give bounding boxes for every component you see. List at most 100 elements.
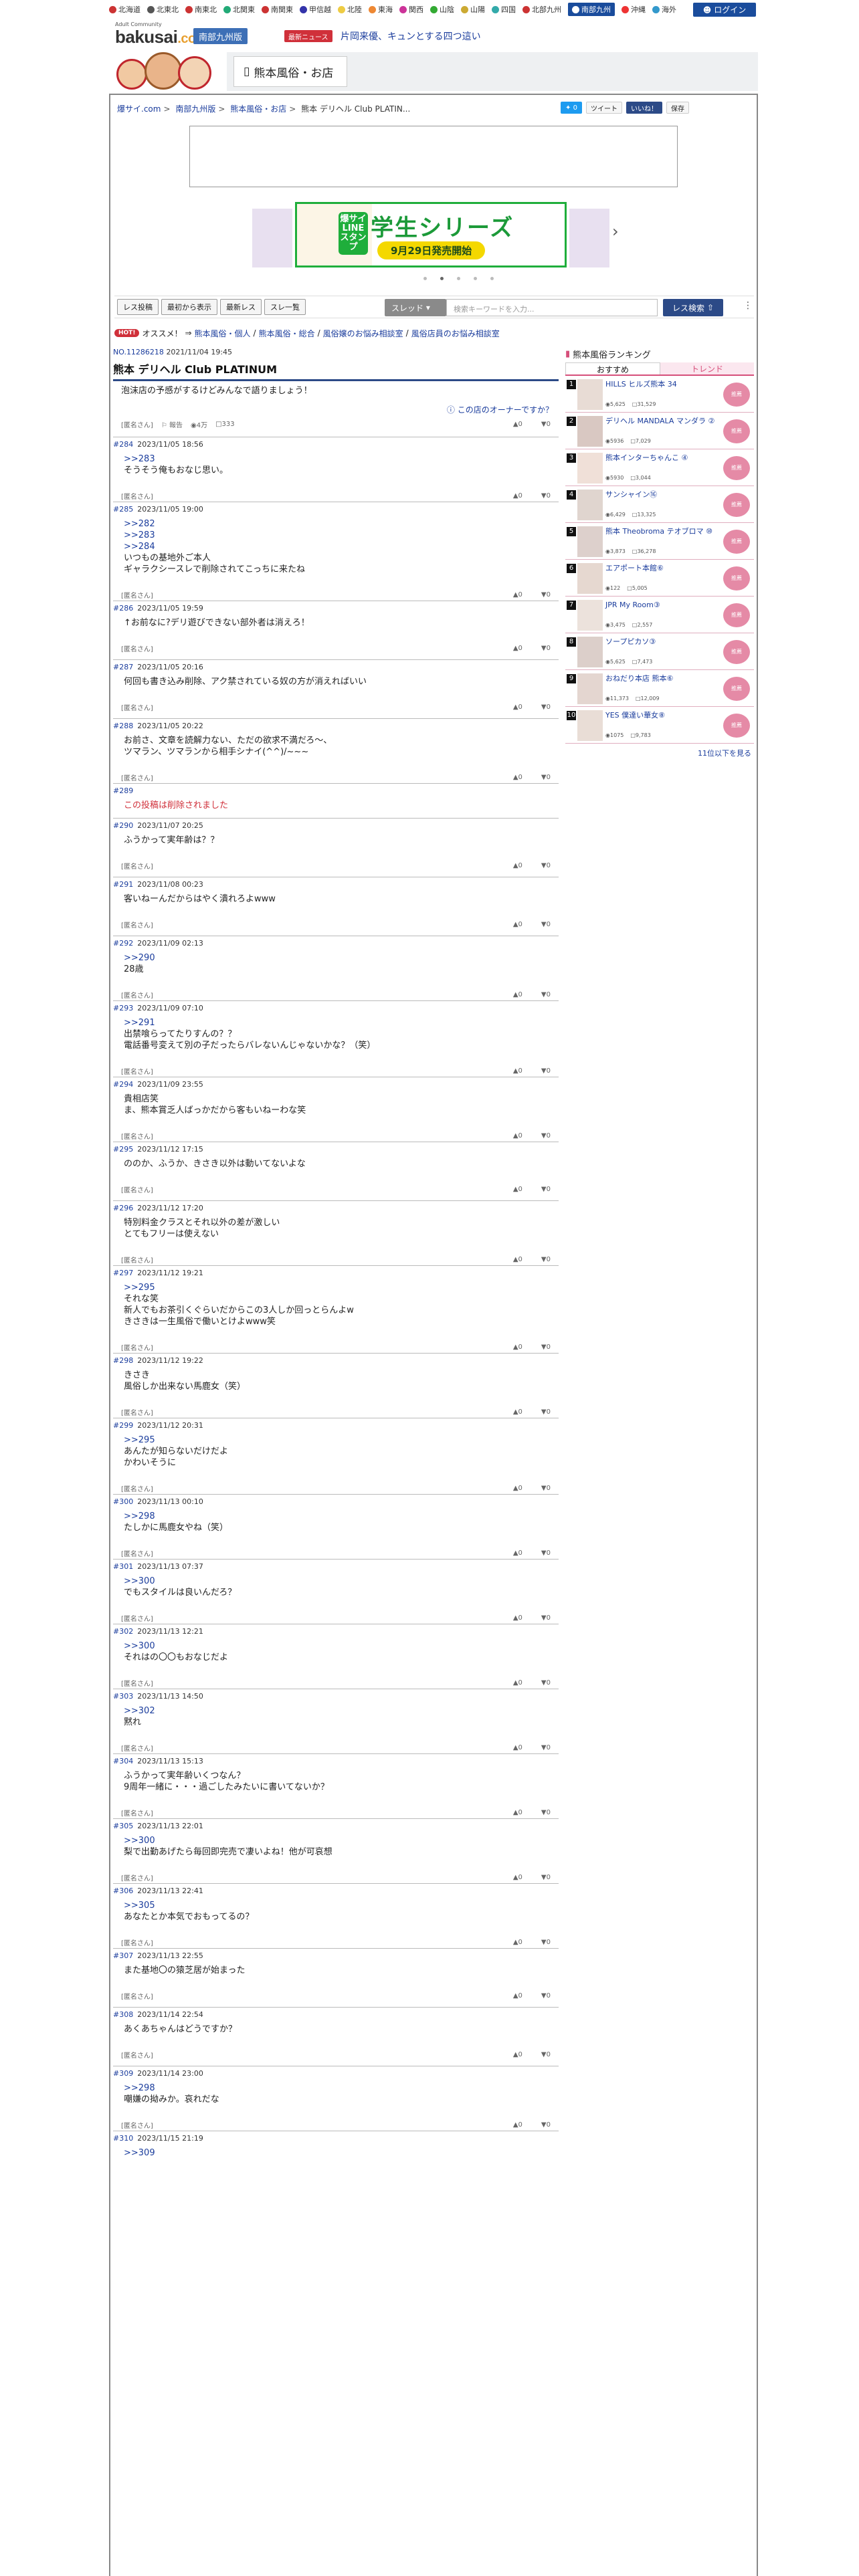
region-link[interactable]: 甲信越 (300, 4, 331, 15)
thumbs-down-button[interactable]: ▼0 (541, 2121, 551, 2129)
reply-anchor-link[interactable]: >>295 (124, 1282, 548, 1293)
thumbs-up-button[interactable]: ▲0 (513, 991, 522, 998)
recommend-link-tenin[interactable]: 風俗店員のお悩み相談室 (411, 328, 500, 339)
thumbs-down-button[interactable]: ▼0 (541, 1874, 551, 1881)
thumbs-down-button[interactable]: ▼0 (541, 774, 551, 781)
region-link[interactable]: 関西 (399, 4, 423, 15)
latest-replies-button[interactable]: 最新レス (220, 299, 262, 315)
thumbs-down-button[interactable]: ▼0 (541, 862, 551, 869)
region-link[interactable]: 南部九州 (568, 3, 615, 16)
tab-recommend[interactable]: おすすめ (565, 362, 660, 374)
thumbs-down-button[interactable]: ▼0 (541, 991, 551, 998)
thumbs-up-button[interactable]: ▲0 (513, 1186, 522, 1193)
tab-trend[interactable]: トレンド (660, 362, 754, 374)
post-number[interactable]: #288 (113, 722, 133, 730)
post-number[interactable]: #307 (113, 1951, 133, 1960)
thumbs-up-button[interactable]: ▲0 (513, 1939, 522, 1946)
shop-thumbnail[interactable] (577, 637, 603, 667)
post-number[interactable]: #306 (113, 1887, 133, 1895)
thumbs-up-button[interactable]: ▲0 (513, 591, 522, 599)
recommend-link-jou[interactable]: 風俗嬢のお悩み相談室 (323, 328, 403, 339)
reply-anchor-link[interactable]: >>300 (124, 1835, 548, 1846)
post-number[interactable]: #309 (113, 2069, 133, 2078)
ranking-item[interactable]: 1 HILLS ヒルズ熊本 34 ◉5,625 □31,529 推薦 (565, 376, 754, 413)
region-link[interactable]: 北海道 (109, 4, 140, 15)
reply-anchor-link[interactable]: >>291 (124, 1017, 548, 1029)
reply-anchor-link[interactable]: >>298 (124, 1511, 548, 1522)
shop-name-link[interactable]: JPR My Room③ (605, 601, 717, 610)
owner-link[interactable]: ⓘ この店のオーナーですか？ (113, 404, 559, 415)
thumbs-up-button[interactable]: ▲0 (513, 645, 522, 652)
carousel-dot[interactable] (457, 277, 460, 280)
post-number[interactable]: #291 (113, 880, 133, 889)
thumbs-up-button[interactable]: ▲0 (513, 2121, 522, 2129)
thumbs-down-button[interactable]: ▼0 (541, 591, 551, 599)
thumbs-up-button[interactable]: ▲0 (513, 1744, 522, 1751)
post-number[interactable]: #293 (113, 1004, 133, 1012)
recommend-link-kojin[interactable]: 熊本風俗・個人 (195, 328, 251, 339)
thumbs-up-button[interactable]: ▲0 (513, 1344, 522, 1351)
thumbs-up-button[interactable]: ▲0 (513, 1679, 522, 1687)
ranking-item[interactable]: 4 サンシャイン⑯ ◉6,429 □13,325 推薦 (565, 486, 754, 523)
thumbs-down-button[interactable]: ▼0 (541, 1744, 551, 1751)
tweet-button[interactable]: ツイート (585, 102, 622, 114)
post-number[interactable]: #290 (113, 821, 133, 830)
thumbs-down-button[interactable]: ▼0 (541, 1679, 551, 1687)
thumbs-up-button[interactable]: ▲0 (513, 1549, 522, 1557)
report-link[interactable]: ⚐ 報告 (161, 419, 183, 429)
thumbs-down-button[interactable]: ▼0 (541, 1549, 551, 1557)
region-link[interactable]: 海外 (652, 4, 676, 15)
thumbs-up-button[interactable]: ▲0 (513, 704, 522, 711)
carousel-dot[interactable] (490, 277, 494, 280)
post-number[interactable]: #284 (113, 440, 133, 449)
thread-id[interactable]: 11286218 (126, 348, 164, 356)
region-link[interactable]: 東海 (369, 4, 393, 15)
search-button[interactable]: レス検索 ⇧ (663, 299, 723, 316)
thumbs-down-button[interactable]: ▼0 (541, 1485, 551, 1492)
shop-name-link[interactable]: おねだり本店 熊本⑥ (605, 674, 717, 683)
promo-banner[interactable]: 爆サイLINEスタンプ 学生シリーズ 9月29日発売開始 (295, 202, 567, 267)
thumbs-up-button[interactable]: ▲0 (513, 921, 522, 928)
carousel-dot[interactable] (423, 277, 427, 280)
ranking-item[interactable]: 6 エアポート本館⑥ ◉122 □5,005 推薦 (565, 560, 754, 597)
thumbs-up-button[interactable]: ▲0 (513, 1256, 522, 1263)
recommend-link-sougou[interactable]: 熊本風俗・総合 (259, 328, 315, 339)
post-number[interactable]: #287 (113, 663, 133, 671)
reply-anchor-link[interactable]: >>298 (124, 2082, 548, 2094)
thumbs-down-button[interactable]: ▼0 (541, 1992, 551, 2000)
region-link[interactable]: 北部九州 (522, 4, 561, 15)
thumbs-up-button[interactable]: ▲0 (513, 1485, 522, 1492)
thumbs-up-button[interactable]: ▲0 (513, 1809, 522, 1816)
thumbs-down-button[interactable]: ▼0 (541, 645, 551, 652)
thumbs-up-button[interactable]: ▲0 (513, 1992, 522, 2000)
post-number[interactable]: #299 (113, 1421, 133, 1430)
thumbs-down-button[interactable]: ▼0 (541, 1344, 551, 1351)
region-link[interactable]: 北関東 (223, 4, 255, 15)
shop-thumbnail[interactable] (577, 379, 603, 410)
thumbs-down-button[interactable]: ▼0 (541, 704, 551, 711)
post-number[interactable]: #294 (113, 1080, 133, 1089)
thumbs-down-button[interactable]: ▼0 (541, 1809, 551, 1816)
shop-name-link[interactable]: デリヘル MANDALA マンダラ ② (605, 417, 717, 426)
ranking-item[interactable]: 8 ソープピカソ③ ◉5,625 □7,473 推薦 (565, 633, 754, 670)
ranking-item[interactable]: 5 熊本 Theobroma テオブロマ ⑩ ◉3,873 □36,278 推薦 (565, 523, 754, 560)
thumbs-down-button[interactable]: ▼0 (541, 921, 551, 928)
thumbs-down-button[interactable]: ▼0 (541, 492, 551, 500)
shop-thumbnail[interactable] (577, 673, 603, 704)
ranking-item[interactable]: 9 おねだり本店 熊本⑥ ◉11,373 □12,009 推薦 (565, 670, 754, 707)
show-from-start-button[interactable]: 最初から表示 (161, 299, 217, 315)
shop-thumbnail[interactable] (577, 526, 603, 557)
reply-anchor-link[interactable]: >>283 (124, 530, 548, 541)
shop-thumbnail[interactable] (577, 490, 603, 520)
post-number[interactable]: #296 (113, 1204, 133, 1212)
search-input[interactable]: 検索キーワードを入力... (446, 299, 658, 316)
reply-anchor-link[interactable]: >>300 (124, 1640, 548, 1652)
shop-thumbnail[interactable] (577, 453, 603, 484)
post-number[interactable]: #295 (113, 1145, 133, 1154)
post-number[interactable]: #292 (113, 939, 133, 948)
post-number[interactable]: #286 (113, 604, 133, 613)
more-options-icon[interactable]: ⋮ (743, 300, 753, 311)
thumbs-up-button[interactable]: ▲0 (513, 1067, 522, 1075)
reply-anchor-link[interactable]: >>283 (124, 453, 548, 465)
news-headline-link[interactable]: 片岡来優、キュンとする四つ這い (341, 29, 481, 43)
